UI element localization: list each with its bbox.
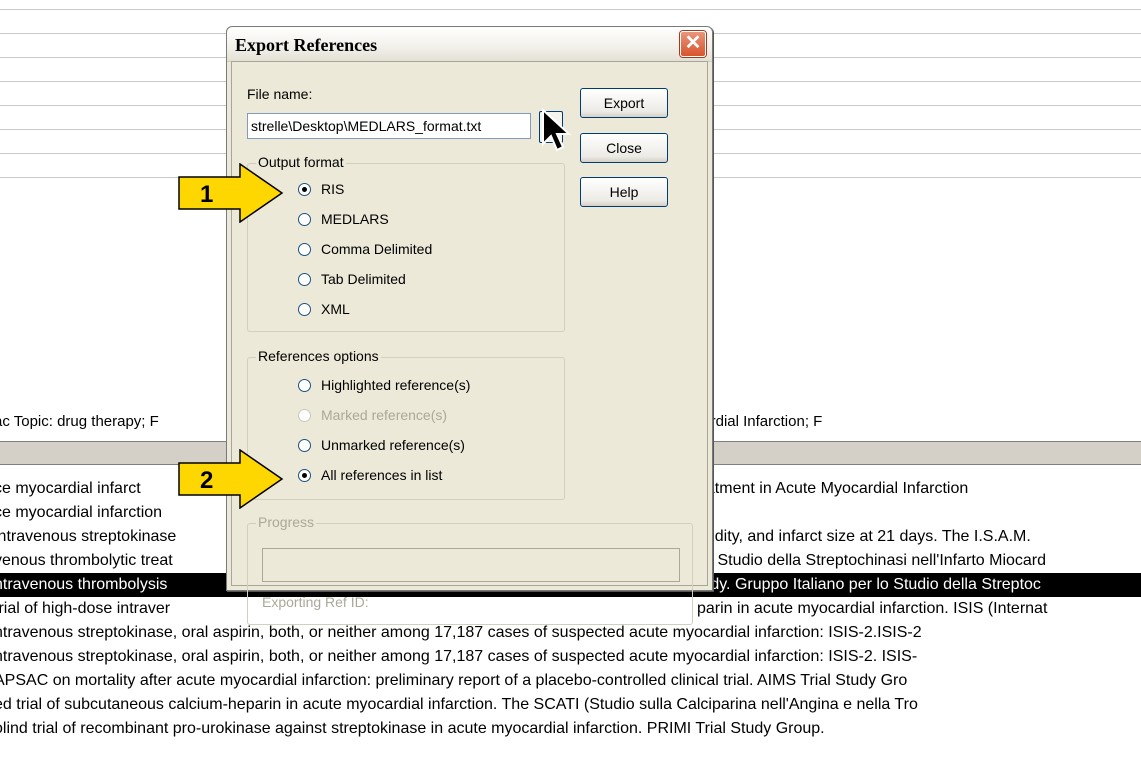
radio-option[interactable]: Highlighted reference(s) bbox=[298, 374, 470, 396]
radio-option[interactable]: MEDLARS bbox=[298, 208, 389, 230]
radio-button[interactable] bbox=[298, 272, 311, 286]
radio-label: RIS bbox=[321, 181, 345, 197]
row-title-start: intravenous streptokinase bbox=[0, 528, 177, 545]
radio-button[interactable] bbox=[298, 242, 311, 256]
export-references-dialog: Export References ✕ File name: strelle\D… bbox=[226, 26, 713, 625]
callout-number: 1 bbox=[200, 181, 214, 208]
radio-option[interactable]: RIS bbox=[298, 178, 344, 200]
progress-group: Progress Exporting Ref ID: bbox=[247, 514, 693, 625]
radio-button[interactable] bbox=[298, 438, 311, 452]
row-title-start: ce myocardial infarct bbox=[0, 480, 141, 497]
row-title-start: trial of high-dose intraver bbox=[0, 600, 171, 617]
radio-label: XML bbox=[321, 301, 350, 317]
table-row[interactable]: APSAC on mortality after acute myocardia… bbox=[0, 669, 1141, 693]
exporting-ref-id-label: Exporting Ref ID: bbox=[262, 594, 369, 610]
radio-button[interactable] bbox=[298, 182, 311, 196]
callout-number: 2 bbox=[200, 467, 214, 494]
radio-button[interactable] bbox=[298, 302, 311, 316]
dialog-titlebar[interactable]: Export References ✕ bbox=[227, 27, 712, 62]
radio-label: Highlighted reference(s) bbox=[321, 377, 471, 393]
close-icon[interactable]: ✕ bbox=[680, 31, 706, 57]
row-title-start: ntravenous thrombolysis bbox=[0, 576, 168, 593]
references-options-group: References options Highlighted reference… bbox=[247, 348, 565, 500]
radio-label: Marked reference(s) bbox=[321, 407, 448, 423]
row-title-start: ce myocardial infarction bbox=[0, 504, 163, 521]
grid-line bbox=[0, 9, 1141, 10]
radio-label: Tab Delimited bbox=[321, 271, 406, 287]
row-title: APSAC on mortality after acute myocardia… bbox=[0, 672, 908, 689]
output-format-group: Output format RIS MEDLARS Comma Delimited T… bbox=[247, 154, 565, 332]
radio-button[interactable] bbox=[298, 378, 311, 392]
radio-option[interactable]: Tab Delimited bbox=[298, 268, 406, 290]
row-title-end: rbidity, and infarct size at 21 days. Th… bbox=[697, 528, 1031, 545]
table-row[interactable]: ed trial of subcutaneous calcium-heparin… bbox=[0, 693, 1141, 717]
close-button[interactable]: Close bbox=[580, 133, 668, 163]
row-title-end: parin in acute myocardial infarction. IS… bbox=[697, 600, 1048, 617]
arrow-right-icon bbox=[178, 448, 284, 510]
table-row[interactable]: ntravenous streptokinase, oral aspirin, … bbox=[0, 645, 1141, 669]
radio-label: Unmarked reference(s) bbox=[321, 437, 465, 453]
row-title-start: venous thrombolytic treat bbox=[0, 552, 173, 569]
dialog-body: File name: strelle\Desktop\MEDLARS_forma… bbox=[231, 61, 708, 625]
radio-label: MEDLARS bbox=[321, 211, 389, 227]
row-title: ed trial of subcutaneous calcium-heparin… bbox=[0, 696, 918, 713]
radio-option[interactable]: XML bbox=[298, 298, 350, 320]
radio-button[interactable] bbox=[298, 468, 311, 482]
callout-arrow-2: 2 bbox=[178, 448, 284, 510]
arrow-right-icon bbox=[178, 162, 284, 224]
mouse-pointer-icon bbox=[541, 107, 575, 159]
file-name-field[interactable]: strelle\Desktop\MEDLARS_format.txt bbox=[247, 113, 531, 139]
radio-button bbox=[298, 408, 311, 422]
radio-option[interactable]: Comma Delimited bbox=[298, 238, 432, 260]
row-title-end: tudy. Gruppo Italiano per lo Studio dell… bbox=[697, 576, 1041, 593]
help-button[interactable]: Help bbox=[580, 177, 668, 207]
progress-legend: Progress bbox=[256, 514, 317, 530]
table-row[interactable]: olind trial of recombinant pro-urokinase… bbox=[0, 717, 1141, 741]
row-title-end: eatment in Acute Myocardial Infarction bbox=[697, 480, 969, 497]
row-title: ntravenous streptokinase, oral aspirin, … bbox=[0, 648, 918, 665]
radio-option[interactable]: All references in list bbox=[298, 464, 442, 486]
row-title-end: llo Studio della Streptochinasi nell'Inf… bbox=[697, 552, 1047, 569]
radio-button[interactable] bbox=[298, 212, 311, 226]
export-button[interactable]: Export bbox=[580, 88, 668, 118]
radio-option[interactable]: Unmarked reference(s) bbox=[298, 434, 465, 456]
row-title: olind trial of recombinant pro-urokinase… bbox=[0, 720, 825, 737]
file-name-label: File name: bbox=[247, 86, 313, 102]
radio-label: All references in list bbox=[321, 467, 443, 483]
progress-bar bbox=[262, 548, 680, 582]
callout-arrow-1: 1 bbox=[178, 162, 284, 224]
references-options-legend: References options bbox=[256, 348, 381, 364]
dialog-title: Export References bbox=[235, 35, 378, 55]
radio-option: Marked reference(s) bbox=[298, 404, 447, 426]
radio-label: Comma Delimited bbox=[321, 241, 433, 257]
